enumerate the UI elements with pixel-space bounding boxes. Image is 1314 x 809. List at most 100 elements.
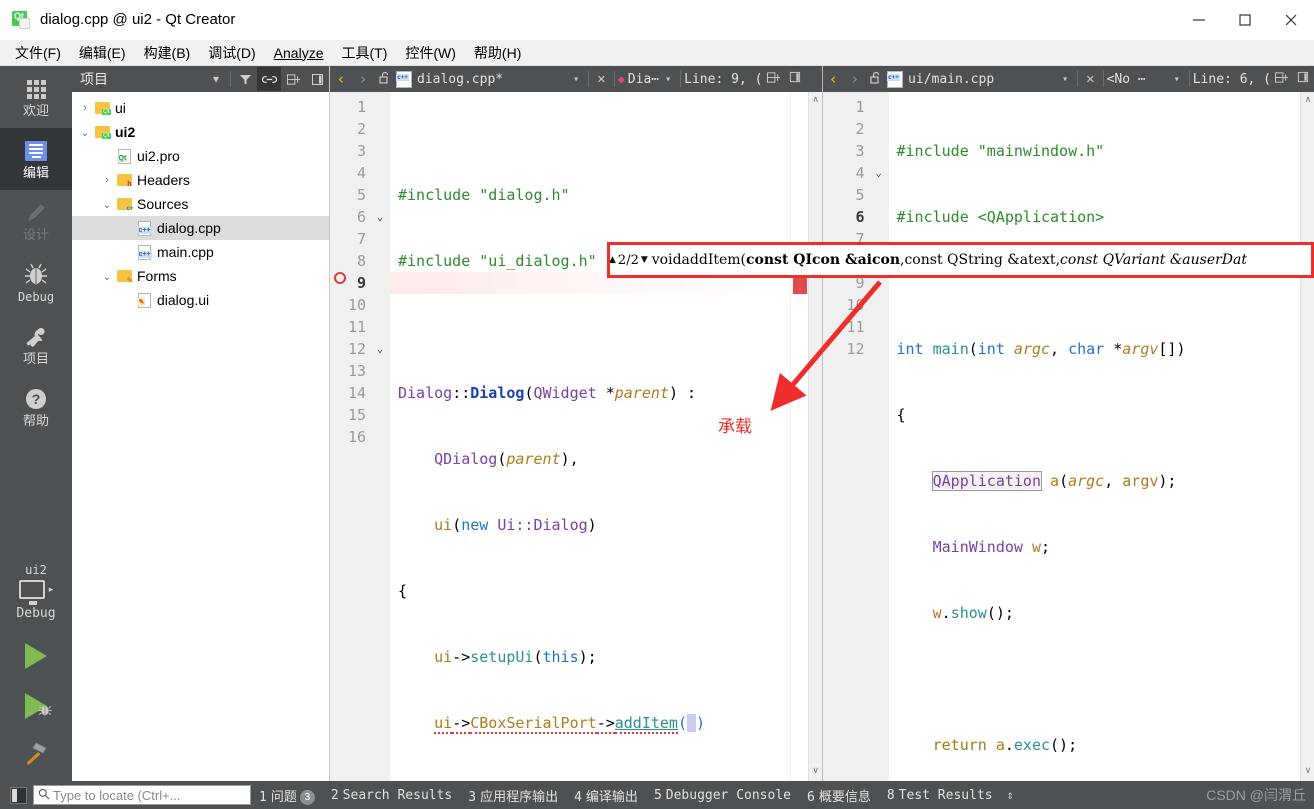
output-pane-test-results[interactable]: 8 Test Results (879, 788, 1001, 803)
split-editor-icon[interactable] (1271, 71, 1293, 88)
split-editor-icon[interactable] (762, 71, 784, 88)
close-split-icon[interactable] (1293, 71, 1314, 87)
mode-welcome[interactable]: 欢迎 (0, 66, 72, 128)
project-view-dropdown-icon[interactable]: ▾ (204, 67, 228, 91)
tree-item-sources[interactable]: ⌄ Sources (72, 192, 329, 216)
editor-toolbar-right: ‹ › ui/main.cpp ▾ ✕ <No ⋯ ▾ Line: 6, ( (822, 66, 1314, 92)
chevron-down-icon[interactable]: ⌄ (100, 198, 114, 211)
sidebar-toggle-icon[interactable] (10, 786, 27, 804)
kit-selector[interactable]: ui2 ▸ Debug (0, 563, 72, 631)
mode-debug[interactable]: Debug (0, 252, 72, 314)
nav-forward-icon[interactable]: › (844, 70, 866, 88)
nav-forward-icon[interactable]: › (352, 70, 374, 88)
menu-file[interactable]: 文件(F) (6, 41, 70, 65)
fold-gutter-right[interactable] (870, 92, 889, 781)
fold-toggle-icon[interactable]: ⌄ (871, 162, 887, 184)
output-pane-compile-output[interactable]: 4 编译输出 (566, 786, 646, 805)
tree-item-dialog-cpp[interactable]: c++ dialog.cpp (72, 216, 329, 240)
symbol-selector-right[interactable]: <No ⋯ (1107, 72, 1146, 87)
vertical-scrollbar-right[interactable]: ∧ ∨ (1300, 92, 1314, 781)
close-sidebar-icon[interactable] (305, 67, 329, 91)
chevron-right-icon[interactable]: › (100, 174, 114, 186)
tree-item-ui2[interactable]: ⌄ ui2 (72, 120, 329, 144)
fold-gutter-left[interactable] (372, 92, 390, 781)
signature-next-icon[interactable]: ▼ (640, 255, 649, 265)
mode-edit[interactable]: 编辑 (0, 128, 72, 190)
chevron-right-icon[interactable]: › (78, 102, 92, 114)
headers-folder-icon (114, 174, 134, 188)
line-number-gutter-left[interactable]: 1 2 3 4 5 6 ⌄ 7 8 9 10 11 12 ⌄ 13 14 15 … (330, 92, 383, 781)
maximize-button[interactable] (1222, 0, 1268, 40)
menu-help[interactable]: 帮助(H) (465, 41, 530, 65)
tree-item-dialog-ui[interactable]: ✎ dialog.ui (72, 288, 329, 312)
fold-toggle-icon[interactable]: ⌄ (372, 338, 388, 360)
run-button[interactable] (0, 631, 72, 681)
mode-projects[interactable]: 项目 (0, 314, 72, 376)
code-text-right[interactable]: #include "mainwindow.h" #include <QAppli… (889, 92, 1301, 781)
mode-help[interactable]: ? 帮助 (0, 376, 72, 438)
menu-edit[interactable]: 编辑(E) (70, 41, 135, 65)
tree-item-forms[interactable]: ⌄ Forms (72, 264, 329, 288)
chevron-down-icon[interactable]: ⌄ (78, 126, 92, 139)
debug-button[interactable] (0, 681, 72, 731)
output-pane-resize-handle[interactable]: ⇕ (1001, 788, 1020, 802)
line-number: 1 (855, 98, 865, 116)
close-document-icon[interactable]: ✕ (592, 71, 610, 87)
sync-with-editor-icon[interactable] (257, 67, 281, 91)
output-pane-application-output[interactable]: 3 应用程序输出 (460, 786, 566, 805)
sources-folder-icon (114, 198, 134, 212)
output-pane-problems[interactable]: 1 问题 3 (251, 786, 323, 805)
symbol-dropdown-icon[interactable]: ▾ (1168, 74, 1186, 85)
nav-back-icon[interactable]: ‹ (330, 70, 352, 88)
menu-analyze[interactable]: Analyze (265, 43, 333, 63)
menu-window[interactable]: 控件(W) (396, 41, 465, 65)
scroll-down-arrow-icon[interactable]: ∨ (1301, 765, 1314, 779)
file-dropdown-icon[interactable]: ▾ (567, 74, 585, 85)
tree-item-main-cpp[interactable]: c++ main.cpp (72, 240, 329, 264)
filter-icon[interactable] (233, 67, 257, 91)
line-number-gutter-right[interactable]: 1 2 3 4⌄ 5 6 7 8 9 10 11 12 (822, 92, 882, 781)
close-button[interactable] (1268, 0, 1314, 40)
signature-prev-icon[interactable]: ▲ (608, 255, 617, 265)
menu-build[interactable]: 构建(B) (135, 41, 200, 65)
nav-back-icon[interactable]: ‹ (823, 70, 845, 88)
lock-open-icon[interactable] (374, 71, 396, 88)
editor-filename-right[interactable]: ui/main.cpp (908, 72, 994, 87)
close-split-icon[interactable] (784, 71, 806, 87)
tree-item-ui2-pro[interactable]: Qt ui2.pro (72, 144, 329, 168)
code-area-right[interactable]: 1 2 3 4⌄ 5 6 7 8 9 10 11 12 (822, 92, 1314, 781)
line-number: 7 (356, 230, 366, 248)
file-dropdown-icon[interactable]: ▾ (1056, 74, 1074, 85)
fold-toggle-icon[interactable]: ⌄ (372, 206, 388, 228)
locator-input[interactable]: Type to locate (Ctrl+... (33, 785, 251, 805)
build-button[interactable] (0, 731, 72, 781)
symbol-selector-left[interactable]: Dia⋯ (628, 72, 659, 87)
symbol-dropdown-icon[interactable]: ▾ (659, 74, 677, 85)
menu-tools[interactable]: 工具(T) (332, 41, 396, 65)
vertical-scrollbar-left[interactable]: ∧ ∨ (807, 92, 822, 781)
line-number: 9 (356, 274, 366, 292)
split-editor-icon[interactable] (281, 67, 305, 91)
tree-label: Forms (137, 268, 177, 284)
scroll-up-arrow-icon[interactable]: ∧ (1301, 94, 1314, 108)
scroll-down-arrow-icon[interactable]: ∨ (809, 765, 822, 779)
mode-design[interactable]: 设计 (0, 190, 72, 252)
close-document-icon[interactable]: ✕ (1081, 71, 1099, 87)
chevron-down-icon[interactable]: ⌄ (100, 270, 114, 283)
output-pane-search-results[interactable]: 2 Search Results (323, 788, 460, 803)
output-pane-general-messages[interactable]: 6 概要信息 (799, 786, 879, 805)
lock-open-icon[interactable] (866, 71, 888, 88)
pane-number: 6 (807, 789, 815, 805)
error-overview-column-left[interactable] (789, 92, 808, 781)
project-tree-panel: 项目 ▾ › ui (72, 66, 330, 781)
minimize-button[interactable] (1176, 0, 1222, 40)
pane-number: 5 (653, 787, 662, 803)
tree-item-headers[interactable]: › Headers (72, 168, 329, 192)
editor-filename-left[interactable]: dialog.cpp* (417, 72, 503, 87)
menu-debug[interactable]: 调试(D) (199, 41, 264, 65)
tree-item-ui[interactable]: › ui (72, 96, 329, 120)
output-pane-debugger-console[interactable]: 5 Debugger Console (646, 788, 799, 803)
scroll-up-arrow-icon[interactable]: ∧ (809, 94, 822, 108)
